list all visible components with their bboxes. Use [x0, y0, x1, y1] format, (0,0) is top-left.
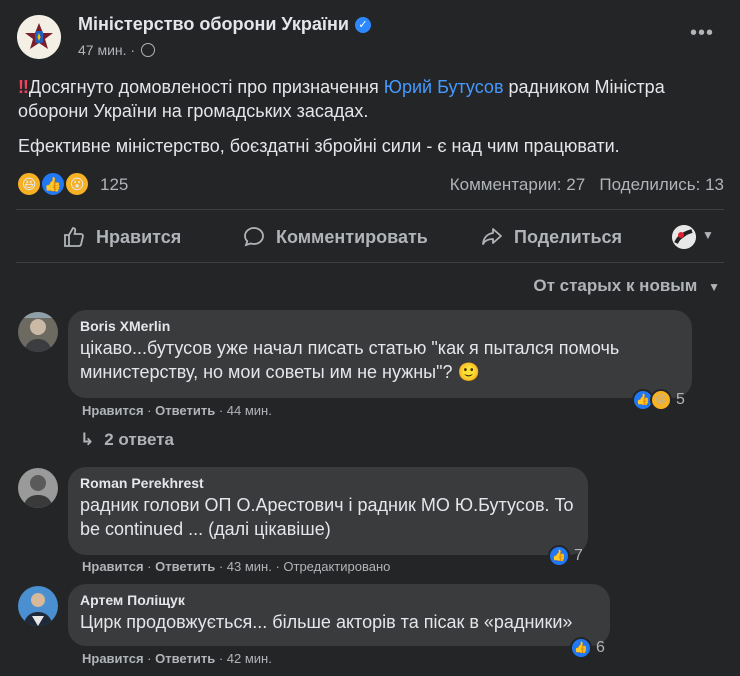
- share-icon: [482, 228, 502, 245]
- comments-count[interactable]: Комментарии: 27: [450, 175, 585, 194]
- post-timestamp[interactable]: 47 мин. ·: [78, 42, 156, 58]
- post-stats: Комментарии: 27 Поделились: 13: [450, 175, 724, 195]
- avatar[interactable]: [18, 312, 58, 352]
- comment-text: радник голови ОП О.Арестович і радник МО…: [80, 495, 574, 539]
- avatar[interactable]: [18, 468, 58, 508]
- comment-bubble: Артем Поліщук Цирк продовжується... біль…: [68, 584, 610, 646]
- comment-meta: Нравится · Ответить · 44 мин.: [82, 403, 272, 418]
- comment-text: цікаво...бутусов уже начал писать статью…: [80, 338, 620, 382]
- chevron-down-icon[interactable]: ▼: [702, 228, 714, 242]
- comment-like-link[interactable]: Нравится: [82, 651, 144, 666]
- page-name[interactable]: Міністерство оборони України ✓: [78, 14, 371, 35]
- avatar[interactable]: [18, 586, 58, 626]
- comment-reactions[interactable]: 👍 😝 5: [632, 389, 685, 411]
- haha-icon[interactable]: 😆: [16, 171, 42, 197]
- comment-like-link[interactable]: Нравится: [82, 403, 144, 418]
- reply-arrow-icon: ↳: [80, 430, 95, 449]
- comment-meta: Нравится · Ответить · 43 мин. · Отредакт…: [82, 559, 391, 574]
- comment-text: Цирк продовжується... більше акторів та …: [80, 612, 573, 632]
- comment-like-link[interactable]: Нравится: [82, 559, 144, 574]
- double-exclamation-icon: ‼: [18, 77, 29, 97]
- comment-author[interactable]: Roman Perekhrest: [80, 475, 576, 491]
- comment-reply-link[interactable]: Ответить: [155, 559, 215, 574]
- mention-link[interactable]: Юрий Бутусов: [384, 77, 504, 97]
- divider: [16, 262, 724, 263]
- chevron-down-icon: ▼: [708, 280, 720, 294]
- share-button[interactable]: Поделиться: [480, 225, 622, 249]
- divider: [16, 209, 724, 210]
- shares-count[interactable]: Поделились: 13: [599, 175, 724, 194]
- comment-time[interactable]: 43 мин.: [227, 559, 272, 574]
- reaction-avatar-selector[interactable]: [672, 225, 696, 249]
- globe-icon: [141, 43, 156, 57]
- comment-button[interactable]: Комментировать: [242, 225, 428, 249]
- comment-time[interactable]: 44 мин.: [227, 403, 272, 418]
- like-icon[interactable]: 👍: [40, 171, 66, 197]
- verified-icon: ✓: [354, 17, 371, 33]
- page-avatar[interactable]: [17, 15, 61, 59]
- post-text: ‼Досягнуто домовленості про призначення …: [18, 77, 665, 121]
- comment-sort-dropdown[interactable]: От старых к новым ▼: [533, 276, 720, 296]
- more-icon[interactable]: •••: [690, 22, 714, 45]
- like-button[interactable]: Нравится: [62, 225, 181, 249]
- view-replies-link[interactable]: ↳ 2 ответа: [80, 430, 174, 450]
- comment-meta: Нравится · Ответить · 42 мин.: [82, 651, 272, 666]
- wow-icon[interactable]: 😮: [64, 171, 90, 197]
- edited-label: Отредактировано: [283, 559, 391, 574]
- comment-reply-link[interactable]: Ответить: [155, 651, 215, 666]
- comment-bubble: Boris XMerlin цікаво...бутусов уже начал…: [68, 310, 692, 398]
- comment-bubble: Roman Perekhrest радник голови ОП О.Арес…: [68, 467, 588, 555]
- like-icon: 👍: [548, 545, 570, 567]
- reaction-count[interactable]: 125: [100, 175, 128, 195]
- comment-reactions[interactable]: 👍 6: [570, 637, 605, 659]
- comment-icon: [244, 227, 264, 247]
- haha-icon: 😝: [650, 389, 672, 411]
- thumbs-up-icon: [64, 227, 84, 247]
- like-icon: 👍: [570, 637, 592, 659]
- comment-reply-link[interactable]: Ответить: [155, 403, 215, 418]
- comment-author[interactable]: Артем Поліщук: [80, 592, 598, 608]
- comment-reactions[interactable]: 👍 7: [548, 545, 583, 567]
- comment-time[interactable]: 42 мин.: [227, 651, 272, 666]
- comment-author[interactable]: Boris XMerlin: [80, 318, 680, 334]
- post-text-line-2: Ефективне міністерство, боєздатні збройн…: [18, 136, 620, 156]
